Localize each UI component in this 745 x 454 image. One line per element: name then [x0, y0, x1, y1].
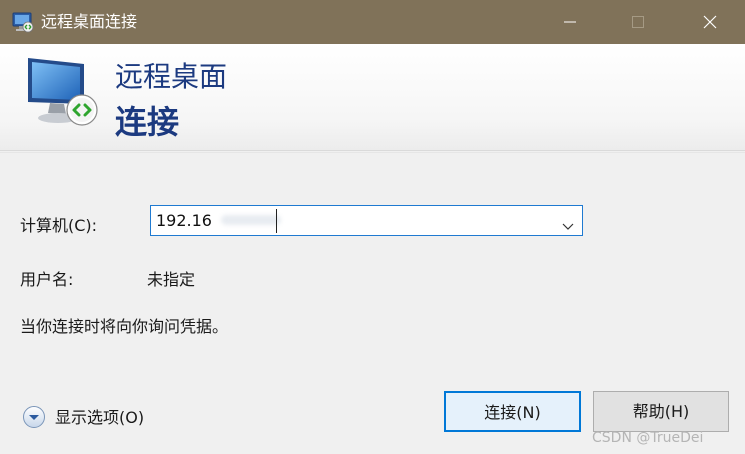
watermark: CSDN @TrueDei: [592, 430, 704, 446]
show-options-label: 显示选项(O): [55, 408, 145, 427]
remote-desktop-icon: [12, 11, 34, 33]
header-subtitle: 连接: [115, 103, 180, 141]
computer-input-value: 192.16: [156, 211, 212, 230]
computer-combobox[interactable]: 192.16: [150, 205, 583, 236]
username-value: 未指定: [147, 270, 196, 289]
minimize-button[interactable]: [547, 0, 593, 44]
remote-desktop-window: 远程桌面连接 远程桌面 连接 计算机(C): 192.16 用户名: 未指定 当…: [0, 0, 745, 454]
show-options-toggle[interactable]: 显示选项(O): [22, 405, 157, 431]
window-title: 远程桌面连接: [41, 12, 138, 31]
header-banner: [0, 44, 745, 150]
monitor-icon: [22, 52, 104, 134]
close-icon: [703, 15, 717, 29]
help-button[interactable]: 帮助(H): [593, 391, 729, 432]
connect-button[interactable]: 连接(N): [444, 391, 581, 432]
header-divider: [0, 150, 745, 151]
credentials-hint: 当你连接时将向你询问凭据。: [20, 317, 229, 336]
computer-label: 计算机(C):: [20, 216, 98, 235]
maximize-icon: [632, 16, 644, 28]
header-divider-shadow: [0, 152, 745, 153]
redacted-smudge: [221, 215, 281, 225]
minimize-icon: [564, 21, 576, 23]
maximize-button[interactable]: [615, 0, 661, 44]
expand-options-icon[interactable]: [22, 405, 46, 429]
close-button[interactable]: [687, 0, 733, 44]
header-title: 远程桌面: [115, 60, 228, 93]
title-bar[interactable]: 远程桌面连接: [0, 0, 745, 44]
text-caret: [276, 209, 277, 233]
username-label: 用户名:: [20, 270, 74, 289]
chevron-down-icon[interactable]: [562, 216, 574, 235]
